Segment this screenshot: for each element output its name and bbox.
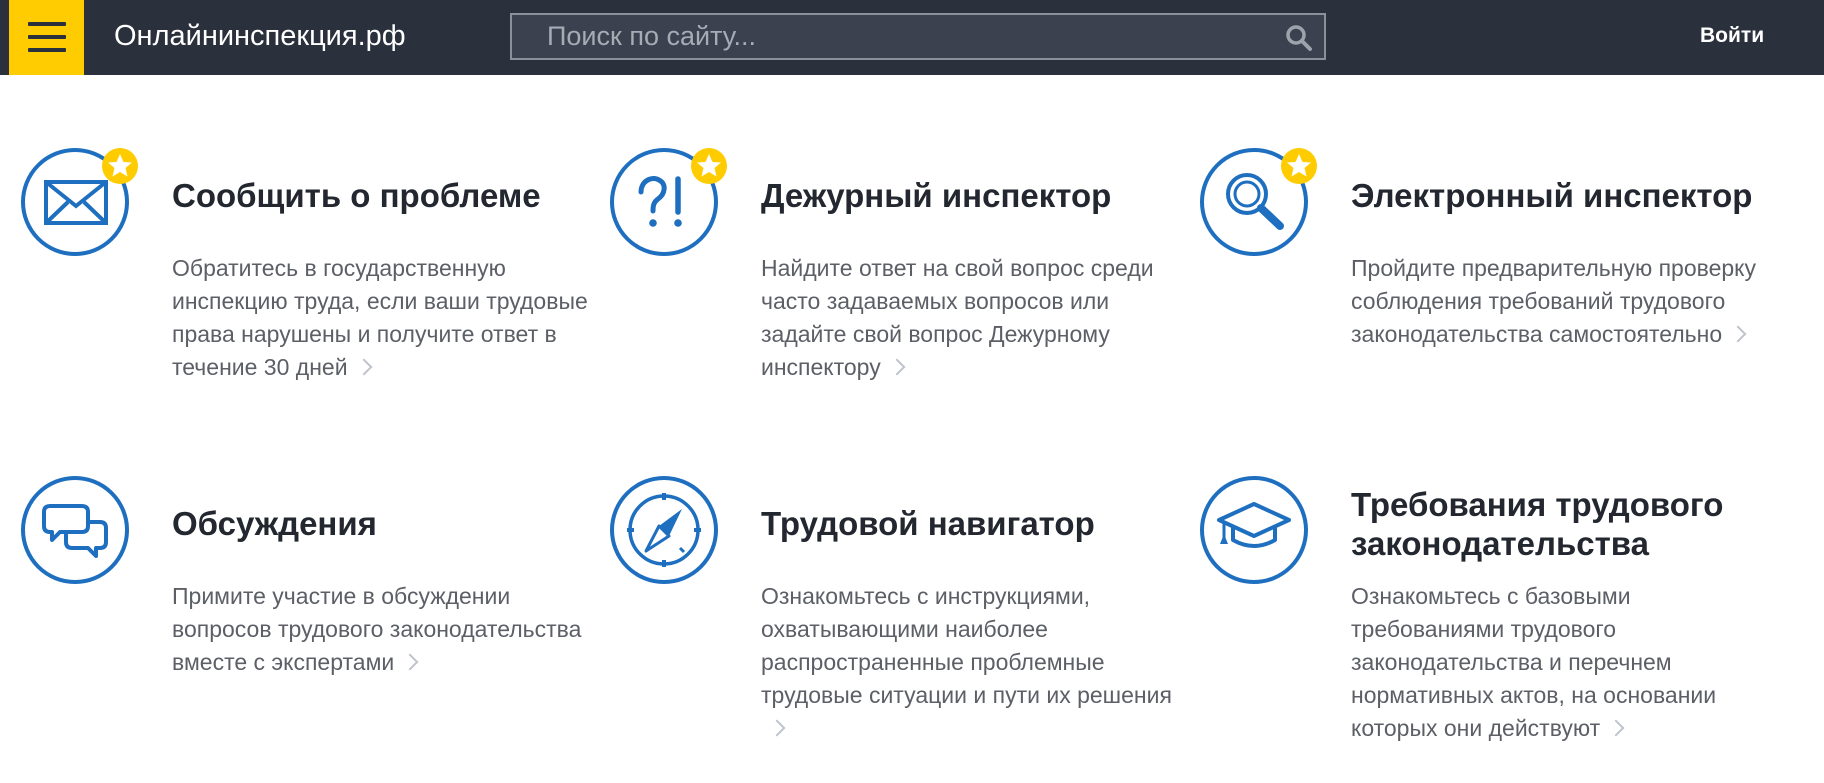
- card-description-link[interactable]: Примите участие в обсуждении вопросов тр…: [172, 580, 590, 679]
- card-electronic-inspector[interactable]: Электронный инспектор Пройдите предварит…: [1199, 146, 1759, 426]
- chat-bubbles-icon: [21, 476, 129, 584]
- card-labor-law-requirements[interactable]: Требования трудового законодательства Оз…: [1199, 474, 1759, 754]
- card-icon-wrapper: [20, 146, 152, 278]
- site-logo-title[interactable]: Онлайнинспекция.рф: [114, 18, 406, 54]
- card-description-link[interactable]: Найдите ответ на свой вопрос среди часто…: [761, 252, 1179, 384]
- card-title[interactable]: Электронный инспектор: [1351, 176, 1761, 215]
- card-description: Пройдите предварительную проверку соблюд…: [1351, 255, 1756, 347]
- card-description-link[interactable]: Ознакомьтесь с инструкциями, охватывающи…: [761, 580, 1179, 745]
- card-duty-inspector[interactable]: Дежурный инспектор Найдите ответ на свой…: [609, 146, 1169, 426]
- hamburger-icon: [28, 35, 66, 39]
- card-icon-wrapper: [1199, 146, 1331, 278]
- card-description: Примите участие в обсуждении вопросов тр…: [172, 583, 582, 675]
- chevron-right-icon: [1607, 719, 1625, 737]
- card-description: Ознакомьтесь с базовыми требованиями тру…: [1351, 583, 1717, 741]
- card-icon-wrapper: [1199, 474, 1331, 606]
- search-input[interactable]: [512, 15, 1272, 58]
- menu-button[interactable]: [9, 0, 84, 75]
- card-report-problem[interactable]: Сообщить о проблеме Обратитесь в государ…: [20, 146, 588, 426]
- card-icon-wrapper: [609, 146, 741, 278]
- chevron-right-icon: [1729, 325, 1747, 343]
- search-icon[interactable]: [1285, 24, 1312, 51]
- card-description: Найдите ответ на свой вопрос среди часто…: [761, 255, 1154, 380]
- top-bar: Онлайнинспекция.рф Войти: [0, 0, 1824, 75]
- chevron-right-icon: [355, 358, 373, 376]
- chevron-right-icon: [401, 653, 419, 671]
- card-description: Ознакомьтесь с инструкциями, охватывающи…: [761, 583, 1172, 708]
- card-title[interactable]: Требования трудового законодательства: [1351, 485, 1761, 563]
- login-button[interactable]: Войти: [1700, 22, 1764, 50]
- card-icon-wrapper: [20, 474, 152, 606]
- hamburger-icon: [28, 22, 66, 26]
- card-description-link[interactable]: Ознакомьтесь с базовыми требованиями тру…: [1351, 580, 1769, 745]
- envelope-icon: [21, 148, 138, 256]
- compass-icon: [610, 476, 718, 584]
- magnifier-icon: [1200, 148, 1317, 256]
- card-title[interactable]: Дежурный инспектор: [761, 176, 1171, 215]
- card-title[interactable]: Трудовой навигатор: [761, 504, 1171, 543]
- card-title[interactable]: Обсуждения: [172, 504, 582, 543]
- question-exclamation-icon: [610, 148, 727, 256]
- chevron-right-icon: [888, 358, 906, 376]
- chevron-right-icon: [768, 719, 786, 737]
- card-description: Обратитесь в государственную инспекцию т…: [172, 255, 588, 380]
- card-title[interactable]: Сообщить о проблеме: [172, 176, 582, 215]
- card-description-link[interactable]: Обратитесь в государственную инспекцию т…: [172, 252, 590, 384]
- card-icon-wrapper: [609, 474, 741, 606]
- card-description-link[interactable]: Пройдите предварительную проверку соблюд…: [1351, 252, 1769, 351]
- graduation-cap-icon: [1200, 476, 1308, 584]
- card-discussions[interactable]: Обсуждения Примите участие в обсуждении …: [20, 474, 582, 754]
- card-labor-navigator[interactable]: Трудовой навигатор Ознакомьтесь с инстру…: [609, 474, 1172, 754]
- hamburger-icon: [28, 48, 66, 52]
- search-box: [510, 13, 1326, 60]
